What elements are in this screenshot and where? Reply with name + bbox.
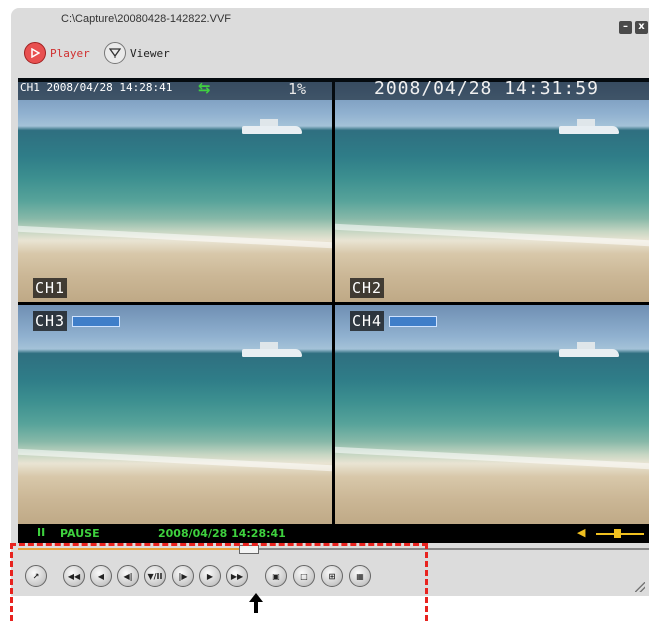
status-bar: II PAUSE 2008/04/28 14:28:41 ◀ [18,524,649,543]
player-window: C:\Capture\20080428-142822.VVF – x Playe… [11,8,649,596]
boat-graphic [559,342,619,357]
wave-graphic [18,448,332,472]
overlay-percent: 1% [288,80,307,98]
channel-view-1[interactable]: CH1 [18,82,332,302]
mode-bar: Player Viewer [11,38,649,72]
viewer-monitor-icon [104,42,126,64]
title-bar[interactable]: C:\Capture\20080428-142822.VVF – x [11,8,649,38]
transfer-arrows-icon: ⇆ [198,79,211,97]
recording-indicator [72,316,120,327]
playback-timestamp: 2008/04/28 14:28:41 [158,527,286,540]
minimize-button[interactable]: – [619,21,632,34]
resize-grip[interactable] [635,582,645,592]
wave-graphic [18,225,332,249]
up-arrow-pointer-icon [249,593,263,613]
viewer-mode-label: Viewer [130,46,170,60]
channel-view-2[interactable]: CH2 [335,82,649,302]
overlay-channel-time: CH1 2008/04/28 14:28:41 [20,81,173,94]
boat-graphic [559,119,619,134]
playback-state: PAUSE [60,527,100,540]
window-title: C:\Capture\20080428-142822.VVF [61,13,232,25]
boat-graphic [242,342,302,357]
channel-view-4[interactable]: CH4 [335,305,649,524]
channel-label: CH4 [350,311,385,331]
player-mode-label: Player [50,46,90,60]
overlay-clock: 2008/04/28 14:31:59 [374,78,599,99]
channel-label: CH2 [350,278,385,298]
speaker-icon[interactable]: ◀ [577,526,585,539]
wave-graphic [335,223,649,247]
player-mode-button[interactable]: Player [24,42,90,64]
channel-label: CH1 [33,278,68,298]
close-button[interactable]: x [635,21,648,34]
volume-slider-handle[interactable] [614,529,621,538]
highlight-annotation-box [10,543,428,621]
video-display[interactable]: CH1 CH2 CH3 CH4 CH1 2008/04/28 14:28:41 … [18,78,649,524]
boat-graphic [242,119,302,134]
channel-view-3[interactable]: CH3 [18,305,332,524]
pause-icon: II [37,526,46,539]
video-info-overlay: CH1 2008/04/28 14:28:41 ⇆ 1% 2008/04/28 … [18,78,649,100]
viewer-mode-button[interactable]: Viewer [104,42,170,64]
recording-indicator [389,316,437,327]
wave-graphic [335,446,649,470]
channel-label: CH3 [33,311,68,331]
play-triangle-icon [24,42,46,64]
